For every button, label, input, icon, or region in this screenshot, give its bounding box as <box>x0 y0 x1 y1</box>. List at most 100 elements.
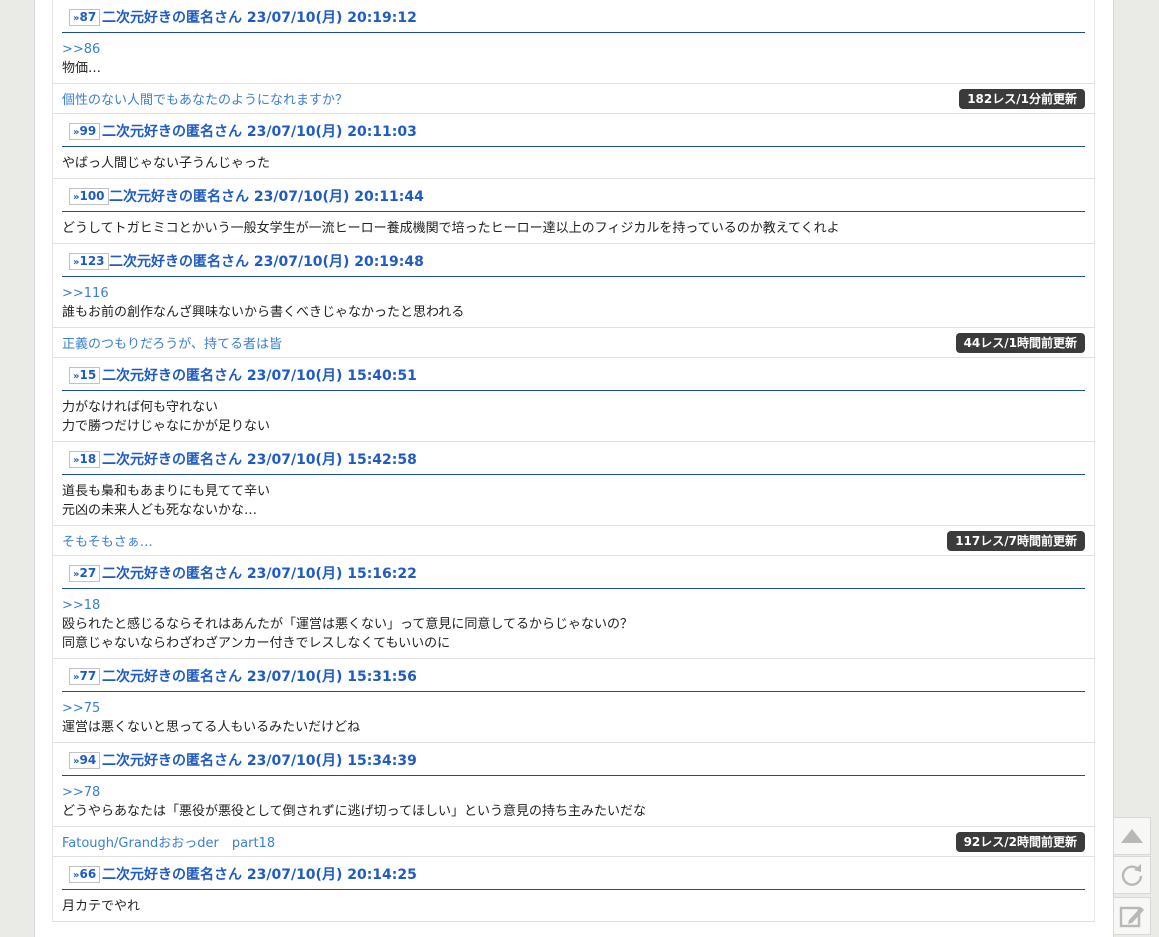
post-number-link[interactable]: » 77 <box>69 668 101 685</box>
post: » 123 二次元好きの匿名さん 23/07/10(月) 20:19:48 >>116… <box>53 244 1094 328</box>
post-body: 道長も梟和もあまりにも見てて辛い 元凶の未来人ども死なないかな… <box>62 475 1085 525</box>
post: » 100 二次元好きの匿名さん 23/07/10(月) 20:11:44 どうしてト… <box>53 179 1094 244</box>
post-number-link[interactable]: » 87 <box>69 9 101 26</box>
poster-name-date: 二次元好きの匿名さん 23/07/10(月) 20:19:48 <box>109 254 424 270</box>
poster-name-date: 二次元好きの匿名さん 23/07/10(月) 15:34:39 <box>102 753 417 769</box>
post-text-line: やばっ人間じゃない子うんじゃった <box>62 156 271 171</box>
poster-name-date: 二次元好きの匿名さん 23/07/10(月) 15:40:51 <box>102 368 417 384</box>
post-header: » 87 二次元好きの匿名さん 23/07/10(月) 20:19:12 <box>62 0 1085 33</box>
post-number: 15 <box>79 368 97 382</box>
post-number-link[interactable]: » 123 <box>69 253 109 270</box>
post-text-line: 運営は悪くないと思ってる人もいるみたいだけどね <box>62 720 361 735</box>
post-number-link[interactable]: » 99 <box>69 123 101 140</box>
post-text-line: 月カテでやれ <box>62 899 141 914</box>
thread-status-badge: 44レス/1時間前更新 <box>955 333 1085 353</box>
thread-title-link[interactable]: 個性のない人間でもあなたのようになれますか？ <box>62 89 348 108</box>
post-text-line: 殴られたと感じるならそれはあんたが「運営は悪くない」って意見に同意してるからじゃ… <box>62 617 633 632</box>
post-number-link[interactable]: » 94 <box>69 752 101 769</box>
poster-name-date: 二次元好きの匿名さん 23/07/10(月) 15:42:58 <box>102 452 417 468</box>
thread-status-badge: 182レス/1分前更新 <box>959 89 1085 109</box>
post-text-line: 物価… <box>62 61 102 76</box>
poster-name-date: 二次元好きの匿名さん 23/07/10(月) 15:16:22 <box>102 566 417 582</box>
post-number: 77 <box>79 669 97 683</box>
post-text-line: 力で勝つだけじゃなにかが足りない <box>62 419 271 434</box>
post-body: >>78 どうやらあなたは「悪役が悪役として倒されずに逃げ切ってほしい」という意見… <box>62 776 1085 826</box>
edit-icon <box>1119 906 1144 928</box>
reply-chevron-icon: » <box>73 127 80 138</box>
thread-link-row[interactable]: 正義のつもりだろうが、持てる者は皆 44レス/1時間前更新 <box>53 328 1094 358</box>
reply-anchor-link[interactable]: >>116 <box>62 284 1085 303</box>
poster-name-date: 二次元好きの匿名さん 23/07/10(月) 20:11:44 <box>109 189 424 205</box>
reply-chevron-icon: » <box>73 569 80 580</box>
write-button[interactable] <box>1113 897 1151 935</box>
post-text-line: どうやらあなたは「悪役が悪役として倒されずに逃げ切ってほしい」という意見の持ち主… <box>62 804 646 819</box>
thread-link-row[interactable]: そもそもさぁ… 117レス/7時間前更新 <box>53 526 1094 556</box>
reply-chevron-icon: » <box>73 13 80 24</box>
reply-chevron-icon: » <box>73 756 80 767</box>
post: » 87 二次元好きの匿名さん 23/07/10(月) 20:19:12 >>86 物価… <box>53 0 1094 84</box>
reply-chevron-icon: » <box>73 371 80 382</box>
thread-title-link[interactable]: そもそもさぁ… <box>62 531 153 550</box>
poster-name-date: 二次元好きの匿名さん 23/07/10(月) 20:14:25 <box>102 867 417 883</box>
poster-name-date: 二次元好きの匿名さん 23/07/10(月) 20:19:12 <box>102 10 417 26</box>
post-number-link[interactable]: » 18 <box>69 451 101 468</box>
post-text-line: 同意じゃないならわざわざアンカー付きでレスしなくてもいいのに <box>62 636 451 651</box>
post-header: » 123 二次元好きの匿名さん 23/07/10(月) 20:19:48 <box>62 244 1085 277</box>
post-number-link[interactable]: » 27 <box>69 565 101 582</box>
reply-chevron-icon: » <box>73 870 80 881</box>
up-arrow-icon <box>1121 829 1143 843</box>
post-number: 123 <box>79 254 105 268</box>
post: » 94 二次元好きの匿名さん 23/07/10(月) 15:34:39 >>78 どう… <box>53 743 1094 827</box>
thread-link-row[interactable]: Fatough/Grandおおっder part18 92レス/2時間前更新 <box>53 827 1094 857</box>
reply-anchor-link[interactable]: >>75 <box>62 699 1085 718</box>
thread-link-row[interactable]: 個性のない人間でもあなたのようになれますか？ 182レス/1分前更新 <box>53 84 1094 114</box>
post-number: 27 <box>79 566 97 580</box>
reply-chevron-icon: » <box>73 257 80 268</box>
feed: » 87 二次元好きの匿名さん 23/07/10(月) 20:19:12 >>86 物価… <box>52 0 1095 922</box>
post-header: » 99 二次元好きの匿名さん 23/07/10(月) 20:11:03 <box>62 114 1085 147</box>
reply-chevron-icon: » <box>73 672 80 683</box>
post-body: どうしてトガヒミコとかいう一般女学生が一流ヒーロー養成機関で培ったヒーロー達以上… <box>62 212 1085 243</box>
reply-anchor-link[interactable]: >>86 <box>62 40 1085 59</box>
post-text-line: 元凶の未来人ども死なないかな… <box>62 503 258 518</box>
post-header: » 77 二次元好きの匿名さん 23/07/10(月) 15:31:56 <box>62 659 1085 692</box>
post-header: » 15 二次元好きの匿名さん 23/07/10(月) 15:40:51 <box>62 358 1085 391</box>
post: » 66 二次元好きの匿名さん 23/07/10(月) 20:14:25 月カテでやれ <box>53 857 1094 922</box>
post-header: » 66 二次元好きの匿名さん 23/07/10(月) 20:14:25 <box>62 857 1085 890</box>
post-text-line: どうしてトガヒミコとかいう一般女学生が一流ヒーロー養成機関で培ったヒーロー達以上… <box>62 221 840 236</box>
thread-status-badge: 117レス/7時間前更新 <box>947 531 1085 551</box>
post-header: » 94 二次元好きの匿名さん 23/07/10(月) 15:34:39 <box>62 743 1085 776</box>
post-number-link[interactable]: » 15 <box>69 367 101 384</box>
reload-icon <box>1121 864 1143 886</box>
post-body: >>116 誰もお前の創作なんざ興味ないから書くべきじゃなかったと思われる <box>62 277 1085 327</box>
post-number-link[interactable]: » 66 <box>69 866 101 883</box>
post-header: » 100 二次元好きの匿名さん 23/07/10(月) 20:11:44 <box>62 179 1085 212</box>
thread-status-badge: 92レス/2時間前更新 <box>955 832 1085 852</box>
page: » 87 二次元好きの匿名さん 23/07/10(月) 20:19:12 >>86 物価… <box>34 0 1114 937</box>
post-number: 94 <box>79 753 97 767</box>
reply-anchor-link[interactable]: >>78 <box>62 783 1085 802</box>
post: » 27 二次元好きの匿名さん 23/07/10(月) 15:16:22 >>18 殴ら… <box>53 556 1094 659</box>
scroll-top-button[interactable] <box>1113 817 1151 855</box>
thread-title-link[interactable]: 正義のつもりだろうが、持てる者は皆 <box>62 333 282 352</box>
post-number-link[interactable]: » 100 <box>69 188 109 205</box>
post-body: 力がなければ何も守れない 力で勝つだけじゃなにかが足りない <box>62 391 1085 441</box>
post-body: >>75 運営は悪くないと思ってる人もいるみたいだけどね <box>62 692 1085 742</box>
post-number: 18 <box>79 452 97 466</box>
post-body: >>86 物価… <box>62 33 1085 83</box>
post-text-line: 道長も梟和もあまりにも見てて辛い <box>62 484 271 499</box>
reload-button[interactable] <box>1113 856 1151 894</box>
post: » 18 二次元好きの匿名さん 23/07/10(月) 15:42:58 道長も梟和も… <box>53 442 1094 526</box>
post-body: やばっ人間じゃない子うんじゃった <box>62 147 1085 178</box>
post-body: 月カテでやれ <box>62 890 1085 921</box>
post-number: 66 <box>79 867 97 881</box>
poster-name-date: 二次元好きの匿名さん 23/07/10(月) 15:31:56 <box>102 669 417 685</box>
reply-anchor-link[interactable]: >>18 <box>62 596 1085 615</box>
thread-title-link[interactable]: Fatough/Grandおおっder part18 <box>62 832 275 851</box>
post-number: 99 <box>79 124 97 138</box>
post-number: 87 <box>79 10 97 24</box>
post: » 77 二次元好きの匿名さん 23/07/10(月) 15:31:56 >>75 運営… <box>53 659 1094 743</box>
post-header: » 18 二次元好きの匿名さん 23/07/10(月) 15:42:58 <box>62 442 1085 475</box>
post-number: 100 <box>79 189 105 203</box>
post-body: >>18 殴られたと感じるならそれはあんたが「運営は悪くない」って意見に同意してる… <box>62 589 1085 658</box>
